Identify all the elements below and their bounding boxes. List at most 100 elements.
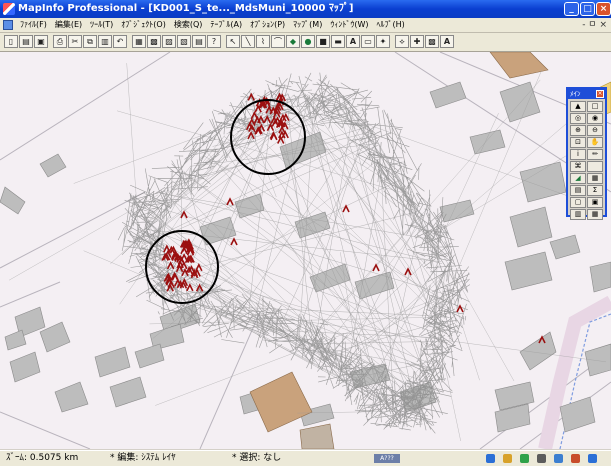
line-icon[interactable]: ╲ (241, 35, 255, 48)
menu-query[interactable]: 検索(Q) (170, 18, 207, 32)
browse-icon[interactable]: ▦ (587, 173, 603, 184)
frame-icon[interactable]: ▭ (361, 35, 375, 48)
menu-help[interactable]: ﾍﾙﾌﾟ(H) (372, 18, 408, 32)
volume-icon[interactable] (537, 454, 546, 463)
info-tool-icon[interactable]: i (570, 149, 586, 160)
ie-icon[interactable] (486, 454, 495, 463)
menu-window[interactable]: ｳｨﾝﾄﾞｳ(W) (326, 18, 372, 32)
clock-icon[interactable] (588, 454, 597, 463)
thematic-icon[interactable]: ▦ (587, 209, 603, 220)
cut-icon[interactable]: ✂ (68, 35, 82, 48)
new-browser-icon[interactable]: ▦ (132, 35, 146, 48)
menu-options[interactable]: ｵﾌﾟｼｮﾝ(P) (246, 18, 289, 32)
new-redistrict-icon[interactable]: ▤ (192, 35, 206, 48)
menu-table[interactable]: ﾃｰﾌﾞﾙ(A) (206, 18, 246, 32)
road-line (199, 311, 261, 449)
text-icon[interactable]: A (346, 35, 360, 48)
palette-close-button[interactable]: × (596, 90, 604, 98)
map-window[interactable] (0, 52, 611, 449)
close-button[interactable]: × (596, 2, 611, 16)
text-style-icon[interactable]: A (440, 35, 454, 48)
minimize-button[interactable]: _ (564, 2, 579, 16)
change-view-icon[interactable]: ⊡ (570, 137, 586, 148)
main-tool-palette[interactable]: ﾒｲﾝ × ▲ □ ◎ ◉ ⊕ ⊖ ⊡ ✋ i ✏ ⌘ ◢ ▦ ▤ Σ ▢ ▣ ▥ ▦ (566, 87, 607, 220)
new-graph-icon[interactable]: ▨ (162, 35, 176, 48)
waypoint-marker (456, 304, 464, 313)
road-line (0, 52, 171, 161)
document-icon[interactable] (3, 20, 13, 30)
editing-status[interactable]: * 編集: ｼｽﾃﾑ ﾚｲﾔ (110, 451, 176, 466)
help-icon[interactable]: ? (207, 35, 221, 48)
redistrict-icon[interactable]: ▢ (570, 197, 586, 208)
symbol-icon[interactable]: ✦ (376, 35, 390, 48)
reshape-icon[interactable]: ⟡ (395, 35, 409, 48)
drag-map-icon[interactable] (587, 161, 603, 172)
stats-icon[interactable]: Σ (587, 185, 603, 196)
building (549, 234, 581, 260)
new-icon[interactable]: ▯ (4, 35, 18, 48)
grabber-icon[interactable]: ✋ (587, 137, 603, 148)
ruler-icon[interactable]: ⌘ (570, 161, 586, 172)
zoom-out-icon[interactable]: ⊖ (587, 125, 603, 136)
building (469, 129, 506, 155)
select-tool-icon[interactable]: ▲ (570, 101, 586, 112)
window-title: MapInfo Professional - [KD001_S_te..._Md… (18, 3, 354, 14)
messenger-icon[interactable] (520, 454, 529, 463)
network-icon[interactable] (554, 454, 563, 463)
building (509, 206, 553, 248)
building (504, 251, 553, 291)
waypoint-marker (372, 263, 380, 272)
label-tool-icon[interactable]: ✏ (587, 149, 603, 160)
layer-control-icon[interactable]: ▤ (570, 185, 586, 196)
rounded-rect-icon[interactable]: ▬ (331, 35, 345, 48)
maximize-button[interactable]: □ (580, 2, 595, 16)
building-brown (299, 423, 335, 449)
copy-icon[interactable]: ⧉ (83, 35, 97, 48)
menu-file[interactable]: ﾌｧｲﾙ(F) (16, 18, 51, 32)
open-icon[interactable]: ▤ (19, 35, 33, 48)
waypoint-marker (230, 237, 238, 246)
undo-icon[interactable]: ↶ (113, 35, 127, 48)
selection-status[interactable]: * 選択: なし (232, 451, 281, 466)
menu-bar: ﾌｧｲﾙ(F) 編集(E) ﾂｰﾙ(T) ｵﾌﾞｼﾞｪｸﾄ(O) 検索(Q) ﾃｰﾌﾞﾙ(… (0, 18, 611, 33)
zoom-status[interactable]: ｽﾞｰﾑ: 0.5075 km (6, 451, 78, 466)
ellipse-icon[interactable]: ● (301, 35, 315, 48)
polygon-icon[interactable]: ◆ (286, 35, 300, 48)
menu-objects[interactable]: ｵﾌﾞｼﾞｪｸﾄ(O) (117, 18, 170, 32)
boundary-select-icon[interactable]: ◉ (587, 113, 603, 124)
menu-tools[interactable]: ﾂｰﾙ(T) (86, 18, 117, 32)
building (0, 186, 26, 215)
radius-select-icon[interactable]: ◎ (570, 113, 586, 124)
security-icon[interactable] (571, 454, 580, 463)
ime-indicator[interactable]: A??? (374, 454, 400, 463)
menu-edit[interactable]: 編集(E) (51, 18, 86, 32)
rectangle-icon[interactable]: ■ (316, 35, 330, 48)
map-canvas[interactable] (0, 52, 611, 449)
status-bar: ｽﾞｰﾑ: 0.5075 km * 編集: ｼｽﾃﾑ ﾚｲﾔ * 選択: なし … (0, 450, 611, 466)
styles-icon[interactable]: ▩ (425, 35, 439, 48)
new-map-icon[interactable]: ▩ (147, 35, 161, 48)
layout-tool-icon[interactable]: ▥ (570, 209, 586, 220)
palette-tools: ▲ □ ◎ ◉ ⊕ ⊖ ⊡ ✋ i ✏ ⌘ ◢ ▦ ▤ Σ ▢ ▣ ▥ ▦ (568, 99, 605, 222)
paste-icon[interactable]: ▥ (98, 35, 112, 48)
palette-title: ﾒｲﾝ (570, 90, 581, 98)
print-icon[interactable]: ⎙ (53, 35, 67, 48)
polyline-icon[interactable]: ⌇ (256, 35, 270, 48)
new-layout-icon[interactable]: ▧ (177, 35, 191, 48)
legend-icon[interactable]: ◢ (570, 173, 586, 184)
road-line (0, 411, 91, 449)
palette-header[interactable]: ﾒｲﾝ × (568, 89, 605, 99)
waypoint-marker (226, 197, 234, 206)
toolbar: ▯ ▤ ▣ ⎙ ✂ ⧉ ▥ ↶ ▦ ▩ ▨ ▧ ▤? ↖ ╲ ⌇ ⌒ ◆ ● ■ ▬ A ▭ ✦ ⟡ ✚ ▩ A (0, 33, 611, 52)
menu-map[interactable]: ﾏｯﾌﾟ(M) (289, 18, 326, 32)
add-node-icon[interactable]: ✚ (410, 35, 424, 48)
mdi-controls[interactable]: - ㅁ × (582, 18, 607, 32)
building (39, 153, 67, 178)
select-icon[interactable]: ↖ (226, 35, 240, 48)
mail-icon[interactable] (503, 454, 512, 463)
marquee-select-icon[interactable]: □ (587, 101, 603, 112)
save-icon[interactable]: ▣ (34, 35, 48, 48)
zoom-in-icon[interactable]: ⊕ (570, 125, 586, 136)
graph-tool-icon[interactable]: ▣ (587, 197, 603, 208)
arc-icon[interactable]: ⌒ (271, 35, 285, 48)
